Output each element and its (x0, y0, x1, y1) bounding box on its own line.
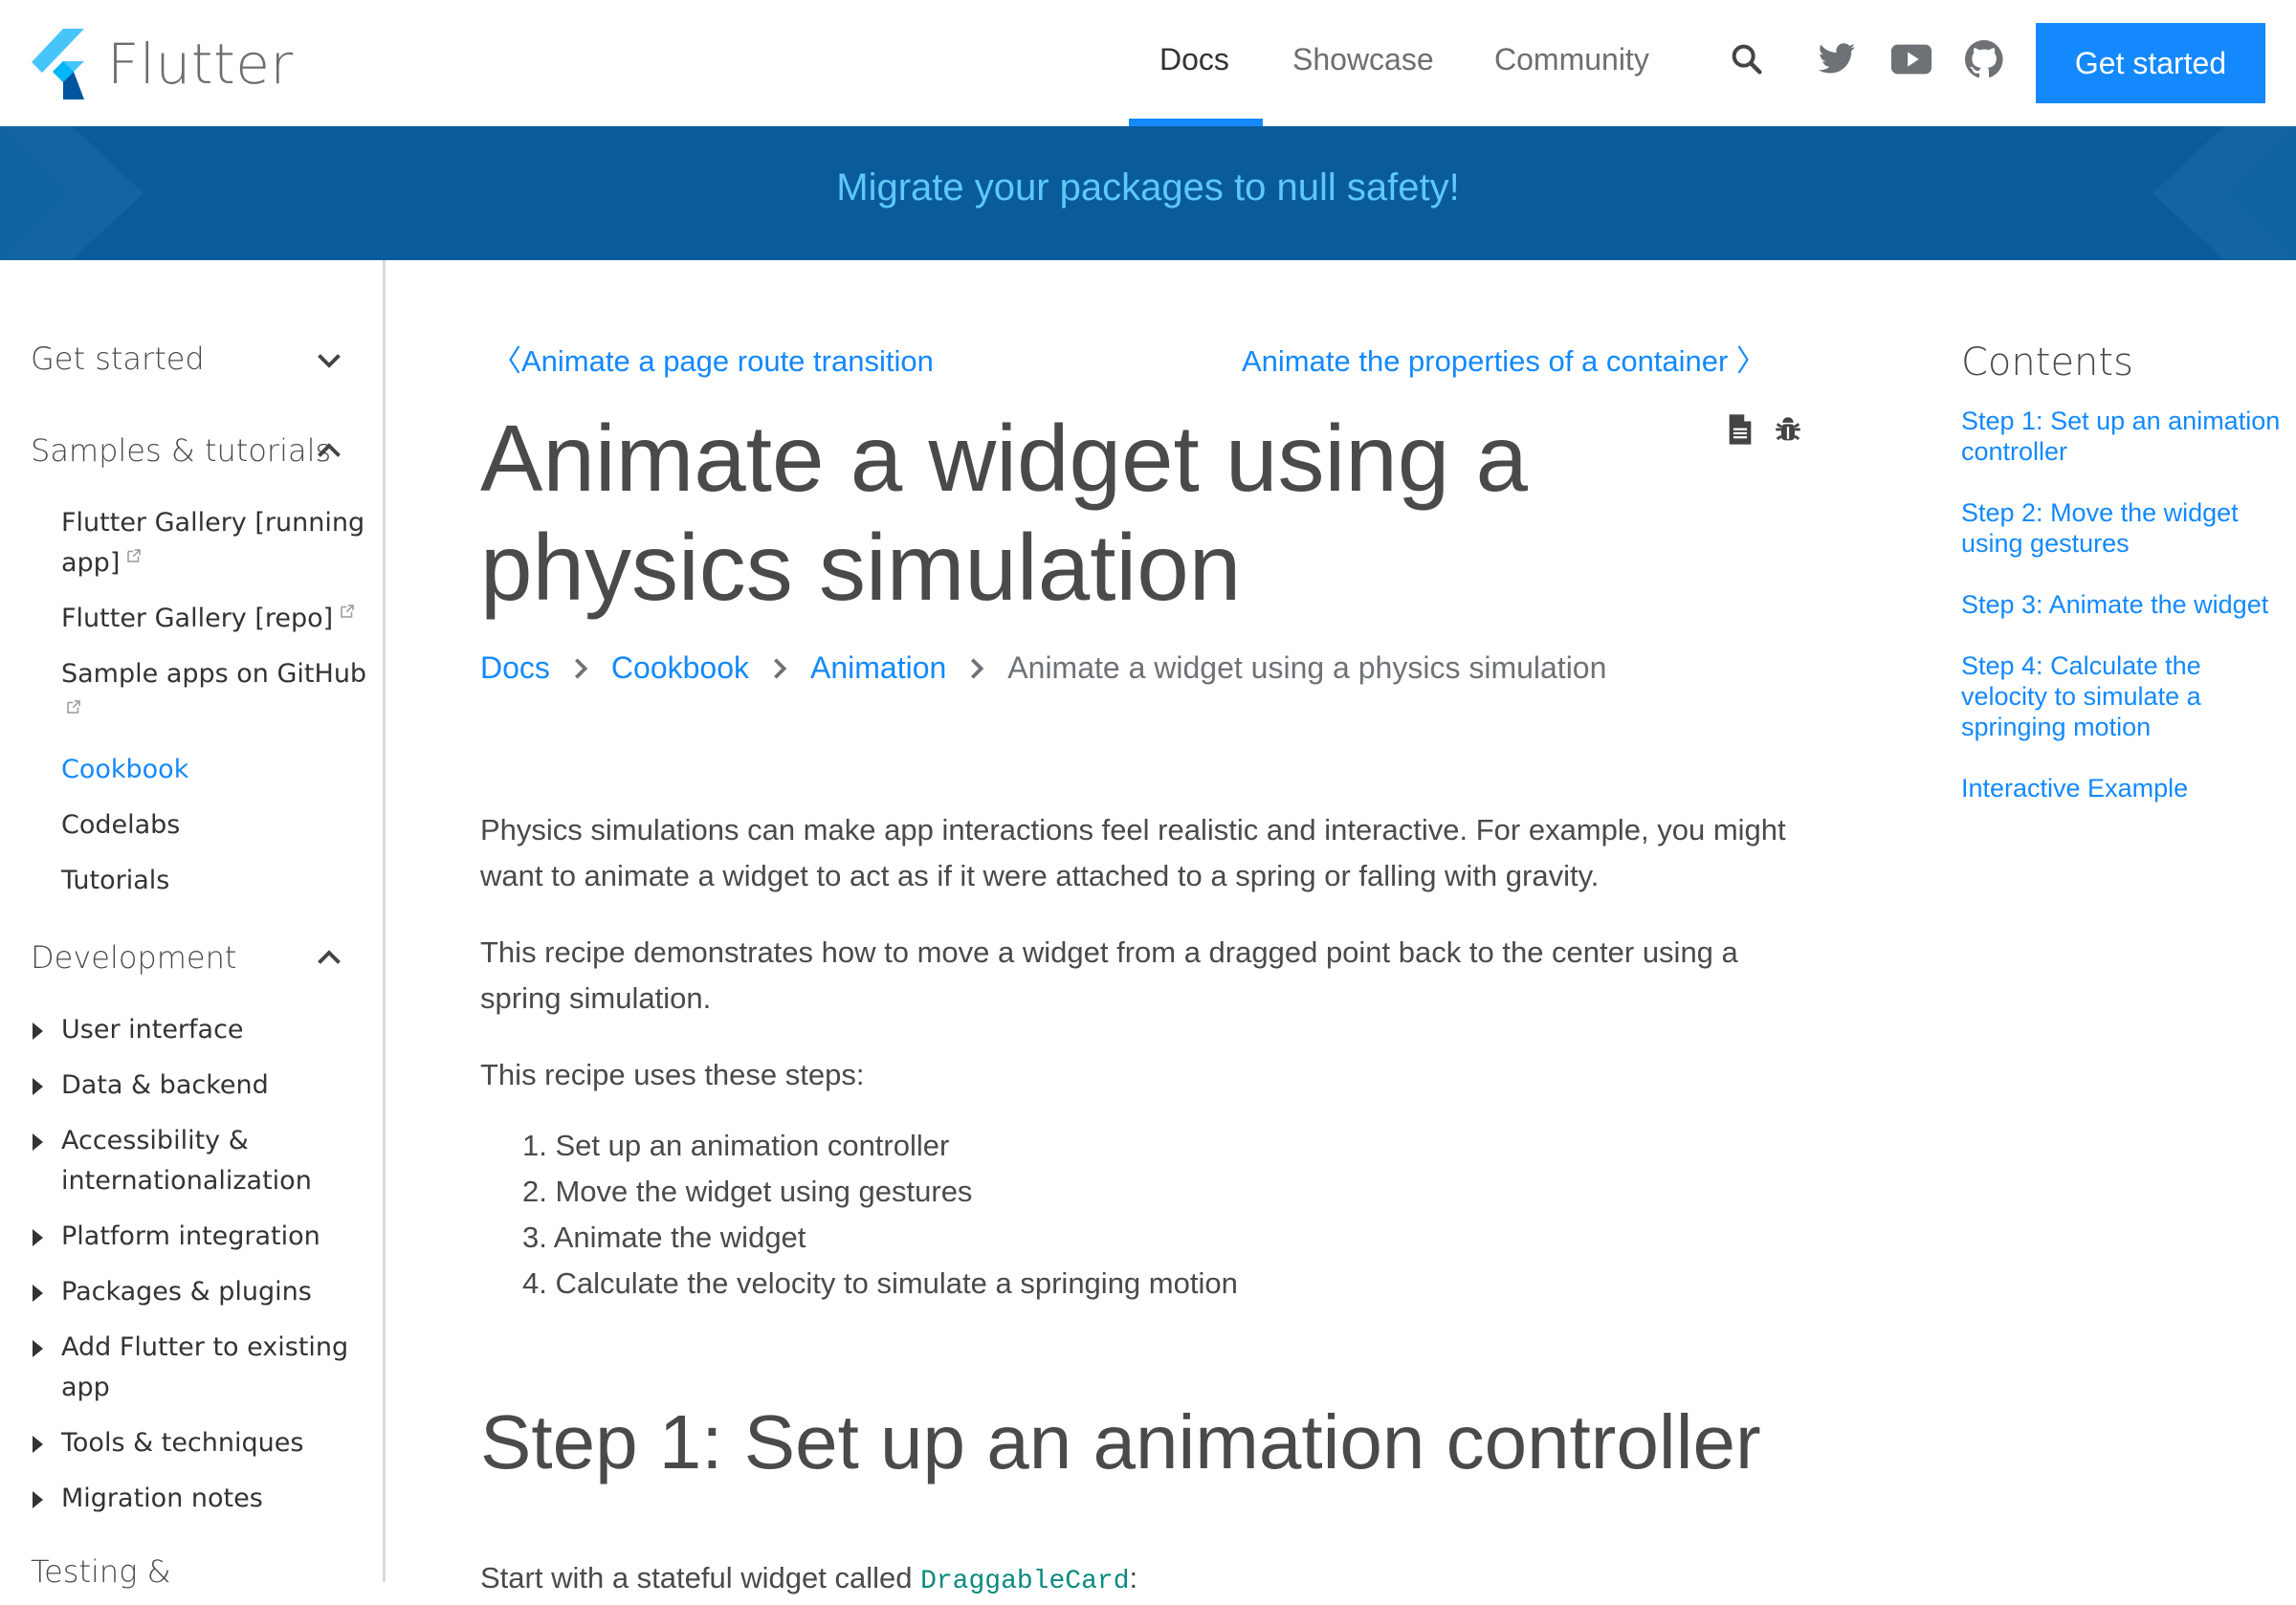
step-item: 2. Move the widget using gestures (522, 1175, 973, 1208)
chevron-left-icon: 〈 (492, 344, 521, 378)
twitter-icon (1818, 43, 1856, 74)
sidebar-item-packages[interactable]: Packages & plugins (61, 1272, 367, 1312)
announcement-banner: Migrate your packages to null safety! (0, 126, 2296, 260)
chevron-up-icon[interactable] (312, 434, 346, 469)
next-page-link[interactable]: Animate the properties of a container 〉 (1242, 337, 1766, 380)
prev-page-link[interactable]: 〈Animate a page route transition (492, 337, 934, 380)
page-title: Animate a widget using a physics simulat… (480, 406, 1528, 620)
external-link-icon (341, 605, 354, 618)
expand-arrow-icon[interactable] (33, 1285, 43, 1302)
top-nav-bar: Flutter Docs Showcase Community Get star… (0, 0, 2296, 126)
sidebar-item-sample-apps[interactable]: Sample apps on GitHub (61, 654, 367, 735)
table-of-contents: Contents Step 1: Set up an animation con… (1961, 341, 2286, 834)
steps-list: 1. Set up an animation controller 2. Mov… (522, 1123, 1238, 1307)
chevron-right-icon: 〉 (1728, 344, 1766, 378)
breadcrumb-cookbook[interactable]: Cookbook (611, 650, 749, 686)
step-item: 4. Calculate the velocity to simulate a … (522, 1266, 1238, 1300)
sidebar-item-data-backend[interactable]: Data & backend (61, 1066, 367, 1106)
toc-item-step-2[interactable]: Step 2: Move the widget using gestures (1961, 497, 2286, 559)
nav-community[interactable]: Community (1494, 42, 1649, 77)
sidebar-item-platform-integration[interactable]: Platform integration (61, 1217, 367, 1257)
breadcrumb-docs[interactable]: Docs (480, 650, 550, 686)
section-intro: Start with a stateful widget called Drag… (480, 1561, 1138, 1596)
sidebar-section-testing[interactable]: Testing & (31, 1553, 171, 1590)
sidebar-item-gallery-app[interactable]: Flutter Gallery [running app] (61, 503, 367, 583)
sidebar-item-tutorials[interactable]: Tutorials (61, 861, 367, 901)
sidebar-item-user-interface[interactable]: User interface (61, 1010, 367, 1050)
chevron-right-icon (971, 657, 984, 679)
sidebar-section-get-started[interactable]: Get started (31, 341, 205, 377)
sidebar-item-add-to-app[interactable]: Add Flutter to existing app (61, 1328, 367, 1408)
docs-sidebar: Get started Samples & tutorials Flutter … (0, 260, 386, 1590)
external-link-icon (67, 700, 80, 714)
breadcrumb-animation[interactable]: Animation (810, 650, 946, 686)
get-started-button[interactable]: Get started (2036, 23, 2265, 103)
github-icon (1964, 39, 2003, 78)
youtube-link[interactable] (1888, 36, 1934, 82)
expand-arrow-icon[interactable] (33, 1133, 43, 1151)
active-tab-indicator (1129, 119, 1263, 126)
sidebar-item-cookbook[interactable]: Cookbook (61, 750, 367, 790)
toc-title: Contents (1961, 341, 2133, 385)
toc-item-step-1[interactable]: Step 1: Set up an animation controller (1961, 406, 2286, 467)
breadcrumb-current: Animate a widget using a physics simulat… (1007, 650, 1607, 685)
chevron-right-icon (774, 657, 787, 679)
nav-showcase[interactable]: Showcase (1292, 42, 1434, 77)
sidebar-section-development[interactable]: Development (31, 939, 236, 976)
expand-arrow-icon[interactable] (33, 1436, 43, 1453)
chevron-down-icon[interactable] (312, 342, 346, 377)
view-source-icon[interactable] (1726, 413, 1755, 446)
external-link-icon (127, 549, 142, 562)
flutter-logo-icon (32, 29, 84, 99)
sidebar-item-gallery-repo[interactable]: Flutter Gallery [repo] (61, 599, 367, 639)
sidebar-item-tools[interactable]: Tools & techniques (61, 1423, 367, 1463)
report-bug-icon[interactable] (1772, 413, 1804, 446)
expand-arrow-icon[interactable] (33, 1229, 43, 1246)
search-button[interactable] (1724, 36, 1770, 82)
sidebar-item-accessibility[interactable]: Accessibility & internationalization (61, 1121, 367, 1201)
page-actions (1726, 413, 1804, 446)
search-icon (1732, 44, 1762, 75)
intro-paragraph: Physics simulations can make app interac… (480, 813, 1786, 892)
toc-item-step-3[interactable]: Step 3: Animate the widget (1961, 589, 2286, 620)
banner-link[interactable]: Migrate your packages to null safety! (0, 166, 2296, 209)
breadcrumb: Docs Cookbook Animation Animate a widget… (480, 650, 1606, 686)
sidebar-item-codelabs[interactable]: Codelabs (61, 805, 367, 846)
step-item: 1. Set up an animation controller (522, 1129, 950, 1162)
banner-decoration-right (2152, 126, 2296, 260)
toc-item-step-4[interactable]: Step 4: Calculate the velocity to simula… (1961, 650, 2286, 742)
sidebar-section-samples[interactable]: Samples & tutorials (31, 432, 331, 469)
expand-arrow-icon[interactable] (33, 1340, 43, 1357)
chevron-right-icon (574, 657, 588, 679)
github-link[interactable] (1961, 36, 2007, 82)
expand-arrow-icon[interactable] (33, 1022, 43, 1040)
recipe-paragraph: This recipe demonstrates how to move a w… (480, 935, 1738, 1015)
chevron-up-icon[interactable] (312, 941, 346, 976)
step-item: 3. Animate the widget (522, 1220, 806, 1254)
expand-arrow-icon[interactable] (33, 1491, 43, 1508)
youtube-icon (1890, 44, 1932, 75)
flutter-logo-link[interactable]: Flutter (29, 29, 294, 99)
expand-arrow-icon[interactable] (33, 1078, 43, 1095)
brand-name: Flutter (107, 32, 294, 97)
nav-docs[interactable]: Docs (1159, 42, 1229, 77)
twitter-link[interactable] (1814, 36, 1860, 82)
sidebar-item-migration[interactable]: Migration notes (61, 1479, 367, 1519)
steps-intro: This recipe uses these steps: (480, 1058, 865, 1091)
section-heading: Step 1: Set up an animation controller (480, 1399, 1761, 1484)
toc-item-interactive-example[interactable]: Interactive Example (1961, 773, 2286, 803)
